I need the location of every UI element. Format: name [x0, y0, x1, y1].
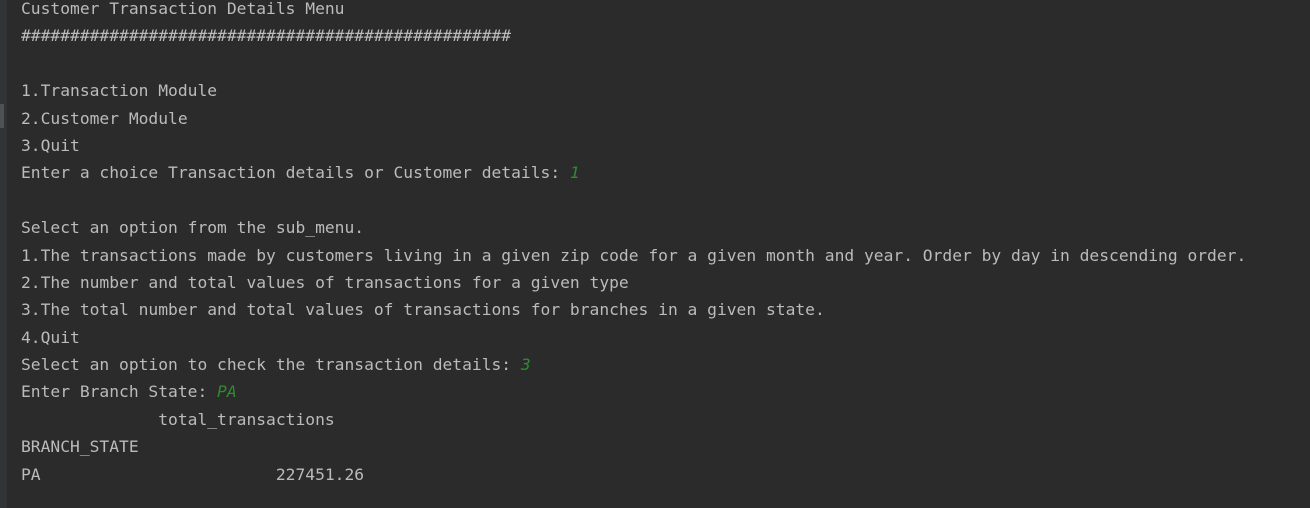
- result-column-header: total_transactions: [21, 409, 335, 429]
- result-index-header: BRANCH_STATE: [21, 437, 139, 457]
- branch-state-line: Enter Branch State: PA: [21, 378, 1246, 405]
- menu-title: Customer Transaction Details Menu: [21, 0, 345, 18]
- main-choice-input: 1: [569, 163, 580, 183]
- main-choice-prompt: Enter a choice Transaction details or Cu…: [21, 163, 570, 183]
- branch-state-prompt: Enter Branch State:: [21, 382, 218, 402]
- submenu-title: Select an option from the sub_menu.: [21, 218, 365, 238]
- gutter-marker: [0, 104, 4, 128]
- sub-option-prompt: Select an option to check the transactio…: [21, 355, 521, 375]
- sub-option-input: 3: [520, 355, 531, 375]
- menu-separator: ########################################…: [21, 26, 512, 46]
- run-console: Customer Transaction Details Menu #######…: [0, 0, 1310, 508]
- main-choice-line: Enter a choice Transaction details or Cu…: [21, 159, 1246, 186]
- menu-option-quit: 3.Quit: [21, 135, 80, 155]
- submenu-option-3: 3.The total number and total values of t…: [21, 300, 825, 320]
- console-output[interactable]: Customer Transaction Details Menu #######…: [21, 0, 1246, 488]
- branch-state-input: PA: [217, 382, 237, 402]
- submenu-option-1: 1.The transactions made by customers liv…: [21, 245, 1247, 265]
- result-row: PA 227451.26: [21, 464, 365, 484]
- submenu-option-2: 2.The number and total values of transac…: [21, 272, 629, 292]
- sub-option-line: Select an option to check the transactio…: [21, 351, 1246, 378]
- submenu-option-quit: 4.Quit: [21, 327, 80, 347]
- menu-option-transaction: 1.Transaction Module: [21, 81, 218, 101]
- menu-option-customer: 2.Customer Module: [21, 108, 188, 128]
- console-gutter: [0, 0, 7, 508]
